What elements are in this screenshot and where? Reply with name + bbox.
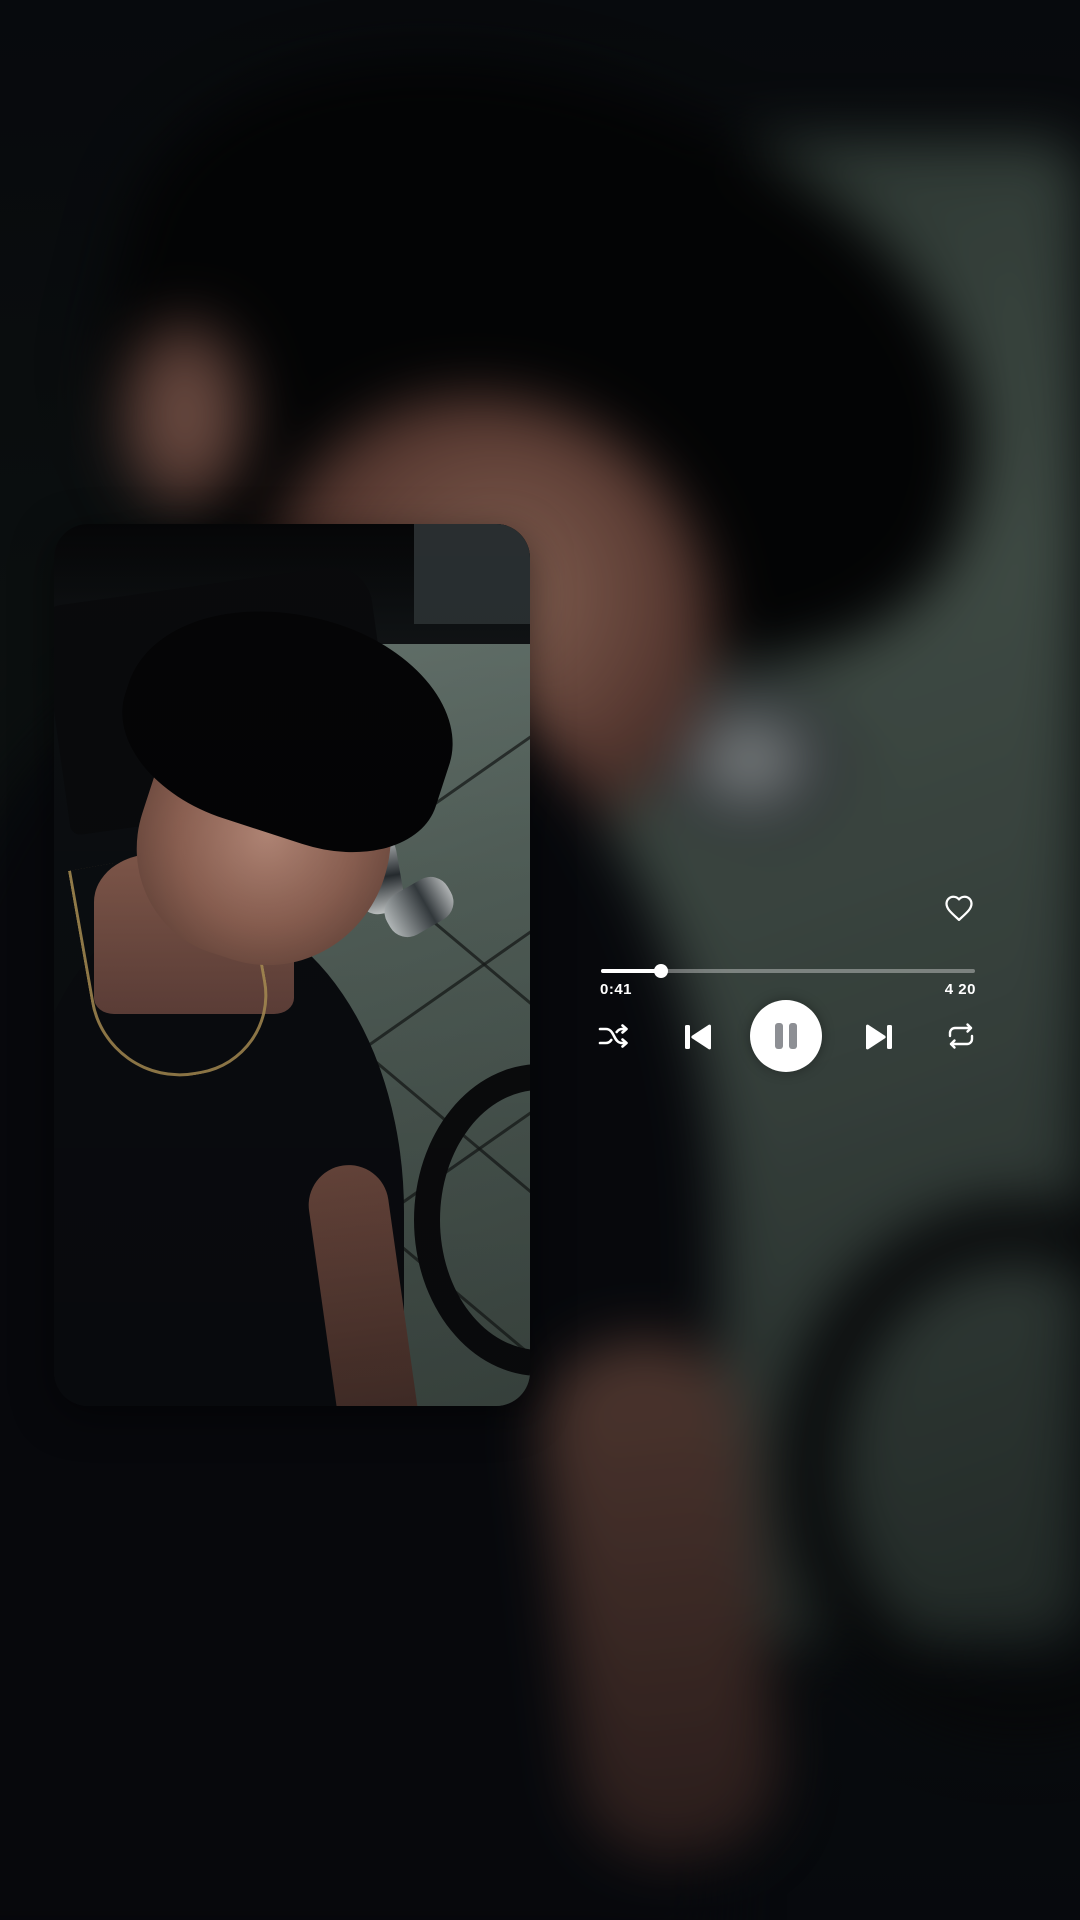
pause-icon-bar-left — [775, 1023, 783, 1049]
elapsed-time: 0:41 — [600, 981, 633, 998]
shuffle-icon[interactable] — [598, 1022, 630, 1050]
cover-photo-card — [54, 524, 530, 1406]
progress-fill — [601, 969, 661, 973]
music-story-screen: 0:41 4 20 — [0, 0, 1080, 1920]
progress-bar[interactable] — [601, 964, 975, 978]
pause-button[interactable] — [750, 1000, 822, 1072]
progress-scrubber-handle[interactable] — [653, 964, 668, 978]
total-time: 4 20 — [944, 981, 976, 998]
skip-previous-icon[interactable] — [682, 1022, 714, 1052]
repeat-icon[interactable] — [946, 1022, 976, 1050]
pause-icon-bar-right — [789, 1023, 797, 1049]
like-heart-icon[interactable] — [944, 894, 974, 922]
skip-next-icon[interactable] — [863, 1022, 895, 1052]
